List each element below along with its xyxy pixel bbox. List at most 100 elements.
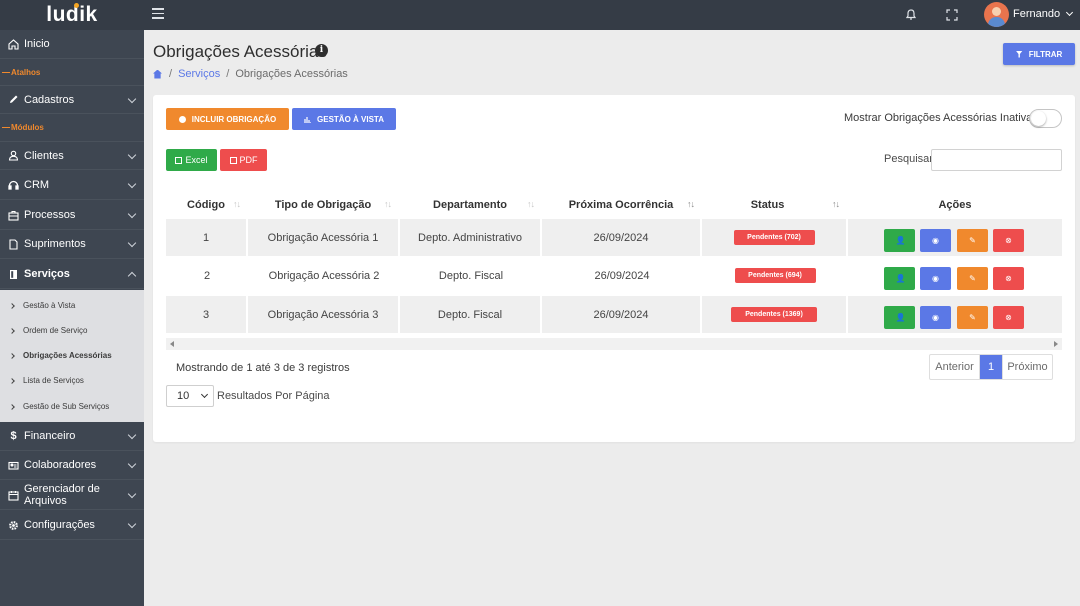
filter-button[interactable]: FILTRAR [1003,43,1075,65]
sidebar-item-crm[interactable]: CRM [0,171,144,200]
page-title: Obrigações Acessórias [153,42,327,61]
sidebar-item-financeiro[interactable]: $ Financeiro [0,422,144,451]
chevron-down-icon [127,238,137,248]
pagination-next[interactable]: Próximo [1002,355,1052,379]
scroll-right-icon[interactable] [1054,341,1058,347]
user-icon: 👤 [895,312,906,322]
chevron-down-icon [127,209,137,219]
sidebar-subitem-obrigacoes-acessorias[interactable]: Obrigações Acessórias [0,343,144,368]
sort-icon[interactable]: ↑↓ [527,199,535,209]
sidebar-item-cadastros[interactable]: Cadastros [0,85,144,114]
status-badge[interactable]: Pendentes (1369) [731,307,817,322]
column-header-departamento[interactable]: Departamento [400,199,540,211]
cell-departamento: Depto. Fiscal [438,269,504,282]
user-icon: 👤 [895,235,906,245]
home-icon[interactable] [153,69,162,79]
sidebar-subitem-gestao-de-sub-servicos[interactable]: Gestão de Sub Serviços [0,394,144,419]
column-header-tipo[interactable]: Tipo de Obrigação [248,199,398,211]
info-icon[interactable]: i [315,44,328,57]
pagination-page-current[interactable]: 1 [980,355,1002,379]
sidebar-item-colaboradores[interactable]: Colaboradores [0,451,144,480]
horizontal-scrollbar[interactable] [166,338,1062,350]
sort-icon[interactable]: ↑↓ [687,199,695,209]
search-input[interactable] [931,149,1062,171]
headset-icon [8,180,19,191]
cell-status: Pendentes (694) [702,257,848,294]
briefcase-icon [8,210,19,221]
chevron-right-icon [9,377,15,384]
sidebar-item-label: Gerenciador de Arquivos [24,483,100,507]
chevron-right-icon [9,302,15,309]
sort-icon[interactable]: ↑↓ [233,199,241,209]
edit-button[interactable]: ✎ [957,267,988,290]
sidebar-item-label: Colaboradores [24,459,97,471]
sidebar-item-inicio[interactable]: Inicio [0,30,144,59]
chevron-down-icon [127,179,137,189]
pencil-icon: ✎ [969,273,976,283]
column-header-proxima[interactable]: Próxima Ocorrência [542,199,700,211]
sidebar-item-processos[interactable]: Processos [0,201,144,230]
eye-icon: ◉ [932,312,939,322]
user-icon [8,150,19,161]
delete-button[interactable]: ⊗ [993,267,1024,290]
bell-icon[interactable] [903,7,919,23]
sidebar-item-servicos[interactable]: Serviços [0,260,144,289]
per-page-select[interactable]: 10 [166,385,214,407]
sidebar-item-configuracoes[interactable]: Configurações [0,511,144,540]
edit-button[interactable]: ✎ [957,306,988,329]
export-excel-button[interactable]: Excel [166,149,217,171]
scroll-left-icon[interactable] [170,341,174,347]
view-button[interactable]: ◉ [920,229,951,252]
app-logo[interactable]: ludik [0,0,144,30]
breadcrumb-link-servicos[interactable]: Serviços [178,68,220,80]
pagination: Anterior 1 Próximo [929,354,1053,380]
column-header-status[interactable]: Status [702,199,833,211]
sort-icon[interactable]: ↑↓ [832,199,840,209]
table-row: 1 Obrigação Acessória 1 Depto. Administr… [166,219,1062,256]
user-avatar[interactable] [984,2,1009,27]
chevron-right-icon [9,327,15,334]
sidebar-subitem-gestao-a-vista[interactable]: Gestão à Vista [0,293,144,318]
responsavel-button[interactable]: 👤 [884,267,915,290]
status-badge[interactable]: Pendentes (694) [734,268,816,283]
calendar-icon [8,490,19,501]
hamburger-icon[interactable] [152,8,164,22]
table-row: 3 Obrigação Acessória 3 Depto. Fiscal 26… [166,296,1062,333]
sidebar-subitem-lista-de-servicos[interactable]: Lista de Serviços [0,368,144,393]
gear-icon [8,520,19,531]
status-badge[interactable]: Pendentes (702) [733,230,815,245]
view-button[interactable]: ◉ [920,267,951,290]
cell-status: Pendentes (1369) [702,296,848,333]
view-button[interactable]: ◉ [920,306,951,329]
breadcrumb-current: Obrigações Acessórias [235,68,348,80]
sidebar-item-label: Inicio [24,38,50,50]
filter-icon [1015,50,1023,58]
edit-button[interactable]: ✎ [957,229,988,252]
cell-tipo: Obrigação Acessória 3 [248,296,400,333]
gestao-a-vista-button[interactable]: GESTÃO À VISTA [292,108,396,130]
fullscreen-expand-icon[interactable] [944,7,960,23]
records-info: Mostrando de 1 até 3 de 3 registros [176,362,350,374]
responsavel-button[interactable]: 👤 [884,306,915,329]
sidebar-subitem-ordem-de-servico[interactable]: Ordem de Serviço [0,318,144,343]
pagination-previous[interactable]: Anterior [930,355,980,379]
incluir-obrigacao-button[interactable]: INCLUIR OBRIGAÇÃO [166,108,289,130]
sidebar-item-gerenciador-de-arquivos[interactable]: Gerenciador de Arquivos [0,481,144,510]
user-icon: 👤 [895,273,906,283]
sidebar-item-clientes[interactable]: Clientes [0,141,144,170]
export-pdf-button[interactable]: PDF [220,149,267,171]
delete-button[interactable]: ⊗ [993,306,1024,329]
sort-icon[interactable]: ↑↓ [384,199,392,209]
show-inactive-toggle[interactable] [1029,109,1062,128]
cell-codigo: 3 [166,296,248,333]
sidebar-item-label: Financeiro [24,430,76,442]
responsavel-button[interactable]: 👤 [884,229,915,252]
chevron-right-icon [9,403,15,410]
pencil-icon: ✎ [969,235,976,245]
delete-button[interactable]: ⊗ [993,229,1024,252]
sidebar-item-suprimentos[interactable]: Suprimentos [0,230,144,259]
user-menu[interactable]: Fernando [1013,8,1074,20]
id-card-icon [8,460,19,471]
chevron-down-icon [127,459,137,469]
cell-codigo: 1 [166,219,248,256]
